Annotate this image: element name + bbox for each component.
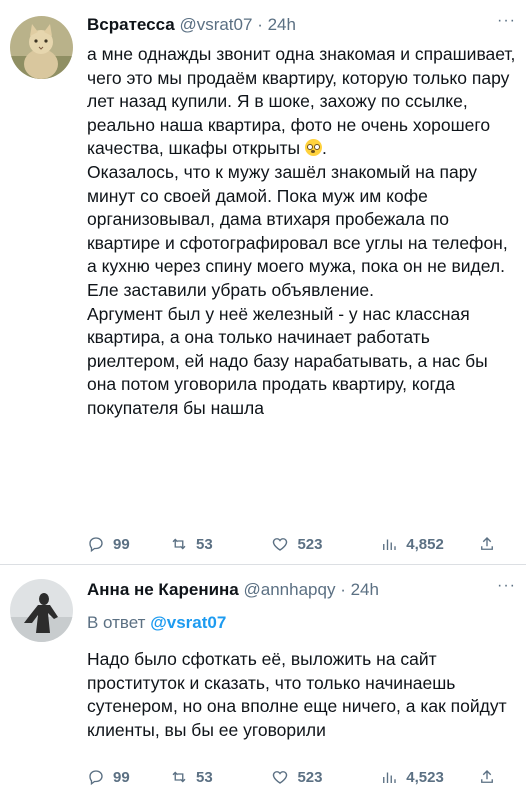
person-silhouette-avatar-image	[10, 579, 73, 642]
cat-painting-avatar-image	[10, 16, 73, 79]
heart-icon	[273, 538, 288, 551]
views-chart-icon	[383, 539, 396, 550]
views-button[interactable]: 4,852	[380, 535, 478, 553]
views-button[interactable]: 4,523	[380, 768, 478, 786]
share-icon	[481, 537, 493, 550]
views-count: 4,852	[406, 535, 444, 553]
retweet-button[interactable]: 53	[170, 535, 271, 553]
avatar[interactable]	[10, 16, 73, 79]
reply-button[interactable]: 99	[87, 768, 170, 786]
reply-count: 99	[113, 535, 130, 553]
like-button[interactable]: 523	[271, 535, 380, 553]
like-button[interactable]: 523	[271, 768, 380, 786]
reply-button[interactable]: 99	[87, 535, 170, 553]
tweet-actions-1: 99 53 523 4,852	[87, 533, 496, 555]
reply-icon	[89, 770, 103, 786]
like-count: 523	[297, 768, 323, 786]
views-chart-icon	[383, 772, 396, 783]
retweet-count: 53	[196, 768, 213, 786]
avatar[interactable]	[10, 579, 73, 642]
reply-icon	[89, 537, 103, 553]
share-button[interactable]	[478, 768, 496, 786]
retweet-icon	[172, 538, 186, 550]
share-icon	[481, 770, 493, 783]
reply-count: 99	[113, 768, 130, 786]
share-button[interactable]	[478, 535, 496, 553]
views-count: 4,523	[406, 768, 444, 786]
retweet-count: 53	[196, 535, 213, 553]
like-count: 523	[297, 535, 323, 553]
retweet-button[interactable]: 53	[170, 768, 271, 786]
heart-icon	[273, 771, 288, 784]
tweet-actions-2: 99 53 523 4,523	[87, 766, 496, 788]
retweet-icon	[172, 771, 186, 783]
